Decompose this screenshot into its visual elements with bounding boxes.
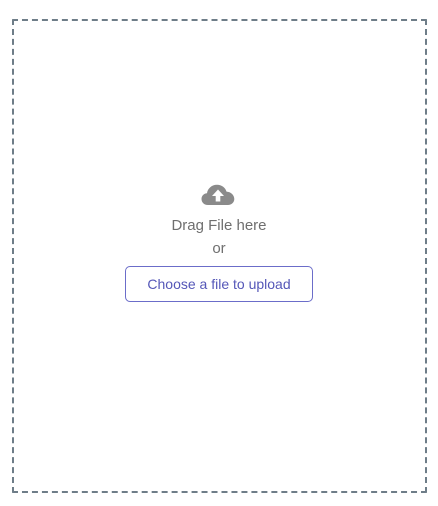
cloud-upload-icon	[201, 184, 235, 205]
drag-file-text: Drag File here	[171, 217, 267, 234]
or-separator-text: or	[212, 240, 226, 257]
choose-file-button[interactable]: Choose a file to upload	[125, 266, 313, 302]
